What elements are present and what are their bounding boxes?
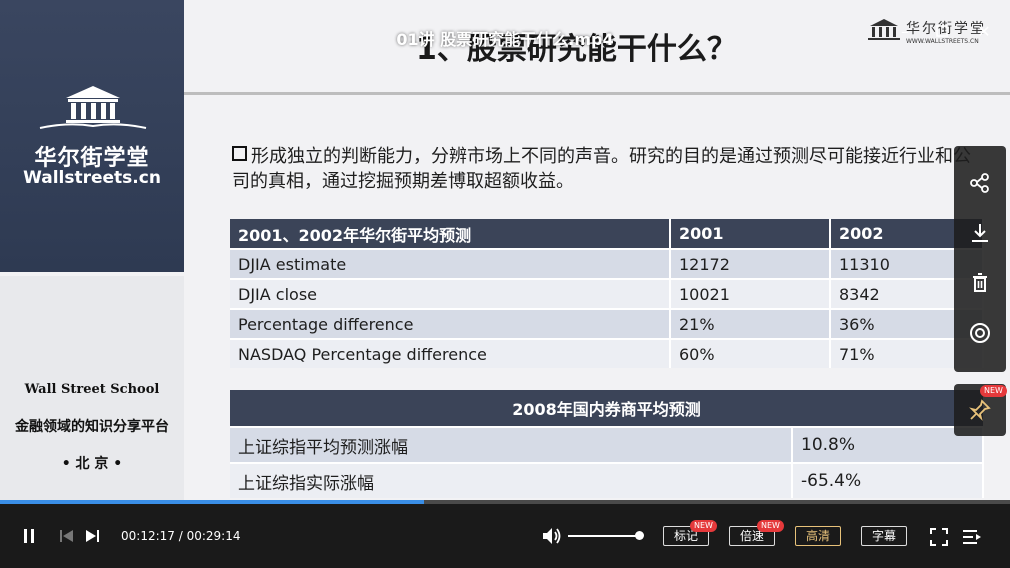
new-badge: NEW <box>690 520 717 532</box>
minimize-icon[interactable]: – <box>895 22 915 41</box>
volume-handle[interactable] <box>635 531 644 540</box>
download-icon[interactable] <box>954 208 1006 258</box>
table-cell: DJIA close <box>230 278 671 309</box>
previous-icon[interactable] <box>58 528 74 548</box>
table-header: 2001、2002年华尔街平均预测 <box>230 219 671 249</box>
table-cell: 上证综指平均预测涨幅 <box>230 426 793 463</box>
table-cell: DJIA estimate <box>230 248 671 279</box>
table-cell: -65.4% <box>792 462 984 498</box>
slide-paragraph: 形成独立的判断能力，分辨市场上不同的声音。研究的目的是通过预测尽可能接近行业和公… <box>232 144 980 194</box>
bullet-square-icon <box>232 146 247 161</box>
school-name-en: Wall Street School <box>24 382 160 397</box>
maximize-icon[interactable] <box>932 22 952 41</box>
volume-slider[interactable] <box>568 535 640 537</box>
total-time: 00:29:14 <box>186 529 241 543</box>
title-divider <box>184 92 1010 95</box>
share-icon[interactable] <box>954 158 1006 208</box>
table-row: Percentage difference 21% 36% <box>230 308 984 339</box>
next-icon[interactable] <box>85 528 101 548</box>
table-cell: 60% <box>670 338 831 368</box>
pin-icon <box>969 399 991 421</box>
paragraph-text: 形成独立的判断能力，分辨市场上不同的声音。研究的目的是通过预测尽可能接近行业和公… <box>232 146 971 192</box>
side-toolbar <box>954 146 1006 372</box>
table-row: NASDAQ Percentage difference 60% 71% <box>230 338 984 368</box>
table-cell: 10021 <box>670 278 831 309</box>
forecast-table-2008: 2008年国内券商平均预测 上证综指平均预测涨幅 10.8% 上证综指实际涨幅 … <box>230 390 984 498</box>
current-time: 00:12:17 <box>121 529 175 543</box>
video-frame[interactable]: 华尔街学堂 Wallstreets.cn Wall Street School … <box>0 0 1010 500</box>
table-row: 上证综指平均预测涨幅 10.8% <box>230 426 984 463</box>
table-row: DJIA close 10021 8342 <box>230 278 984 309</box>
brand-name-en: Wallstreets.cn <box>23 168 161 188</box>
new-badge: NEW <box>980 385 1007 397</box>
new-badge: NEW <box>757 520 784 532</box>
close-icon[interactable]: ✕ <box>974 22 994 41</box>
school-tagline: 金融领域的知识分享平台 <box>15 419 169 435</box>
quality-button[interactable]: 高清 <box>795 526 841 546</box>
time-display: 00:12:17 / 00:29:14 <box>121 529 241 543</box>
control-bar: 00:12:17 / 00:29:14 标记 NEW 倍速 NEW 高清 字幕 <box>0 504 1010 568</box>
table-cell: NASDAQ Percentage difference <box>230 338 671 368</box>
fullscreen-icon[interactable] <box>930 528 948 550</box>
table-cell: Percentage difference <box>230 308 671 339</box>
delete-icon[interactable] <box>954 258 1006 308</box>
table-header: 2008年国内券商平均预测 <box>230 390 983 427</box>
forecast-table-2001-2002: 2001、2002年华尔街平均预测 2001 2002 DJIA estimat… <box>230 219 984 368</box>
subtitle-button[interactable]: 字幕 <box>861 526 907 546</box>
table-cell: 12172 <box>670 248 831 279</box>
table-row: 上证综指实际涨幅 -65.4% <box>230 462 984 498</box>
table-cell: 21% <box>670 308 831 339</box>
school-city: • 北 京 • <box>61 456 123 472</box>
pause-icon[interactable] <box>22 528 36 548</box>
view-icon[interactable] <box>954 308 1006 358</box>
volume-icon[interactable] <box>541 526 563 550</box>
building-logo-icon <box>39 86 147 129</box>
playlist-icon[interactable] <box>962 528 982 550</box>
table-row: DJIA estimate 12172 11310 <box>230 248 984 279</box>
table-header: 2001 <box>670 219 831 249</box>
video-title: 01讲 股票研究能干什么.mp4 <box>396 30 614 49</box>
table-cell: 上证综指实际涨幅 <box>230 462 793 498</box>
